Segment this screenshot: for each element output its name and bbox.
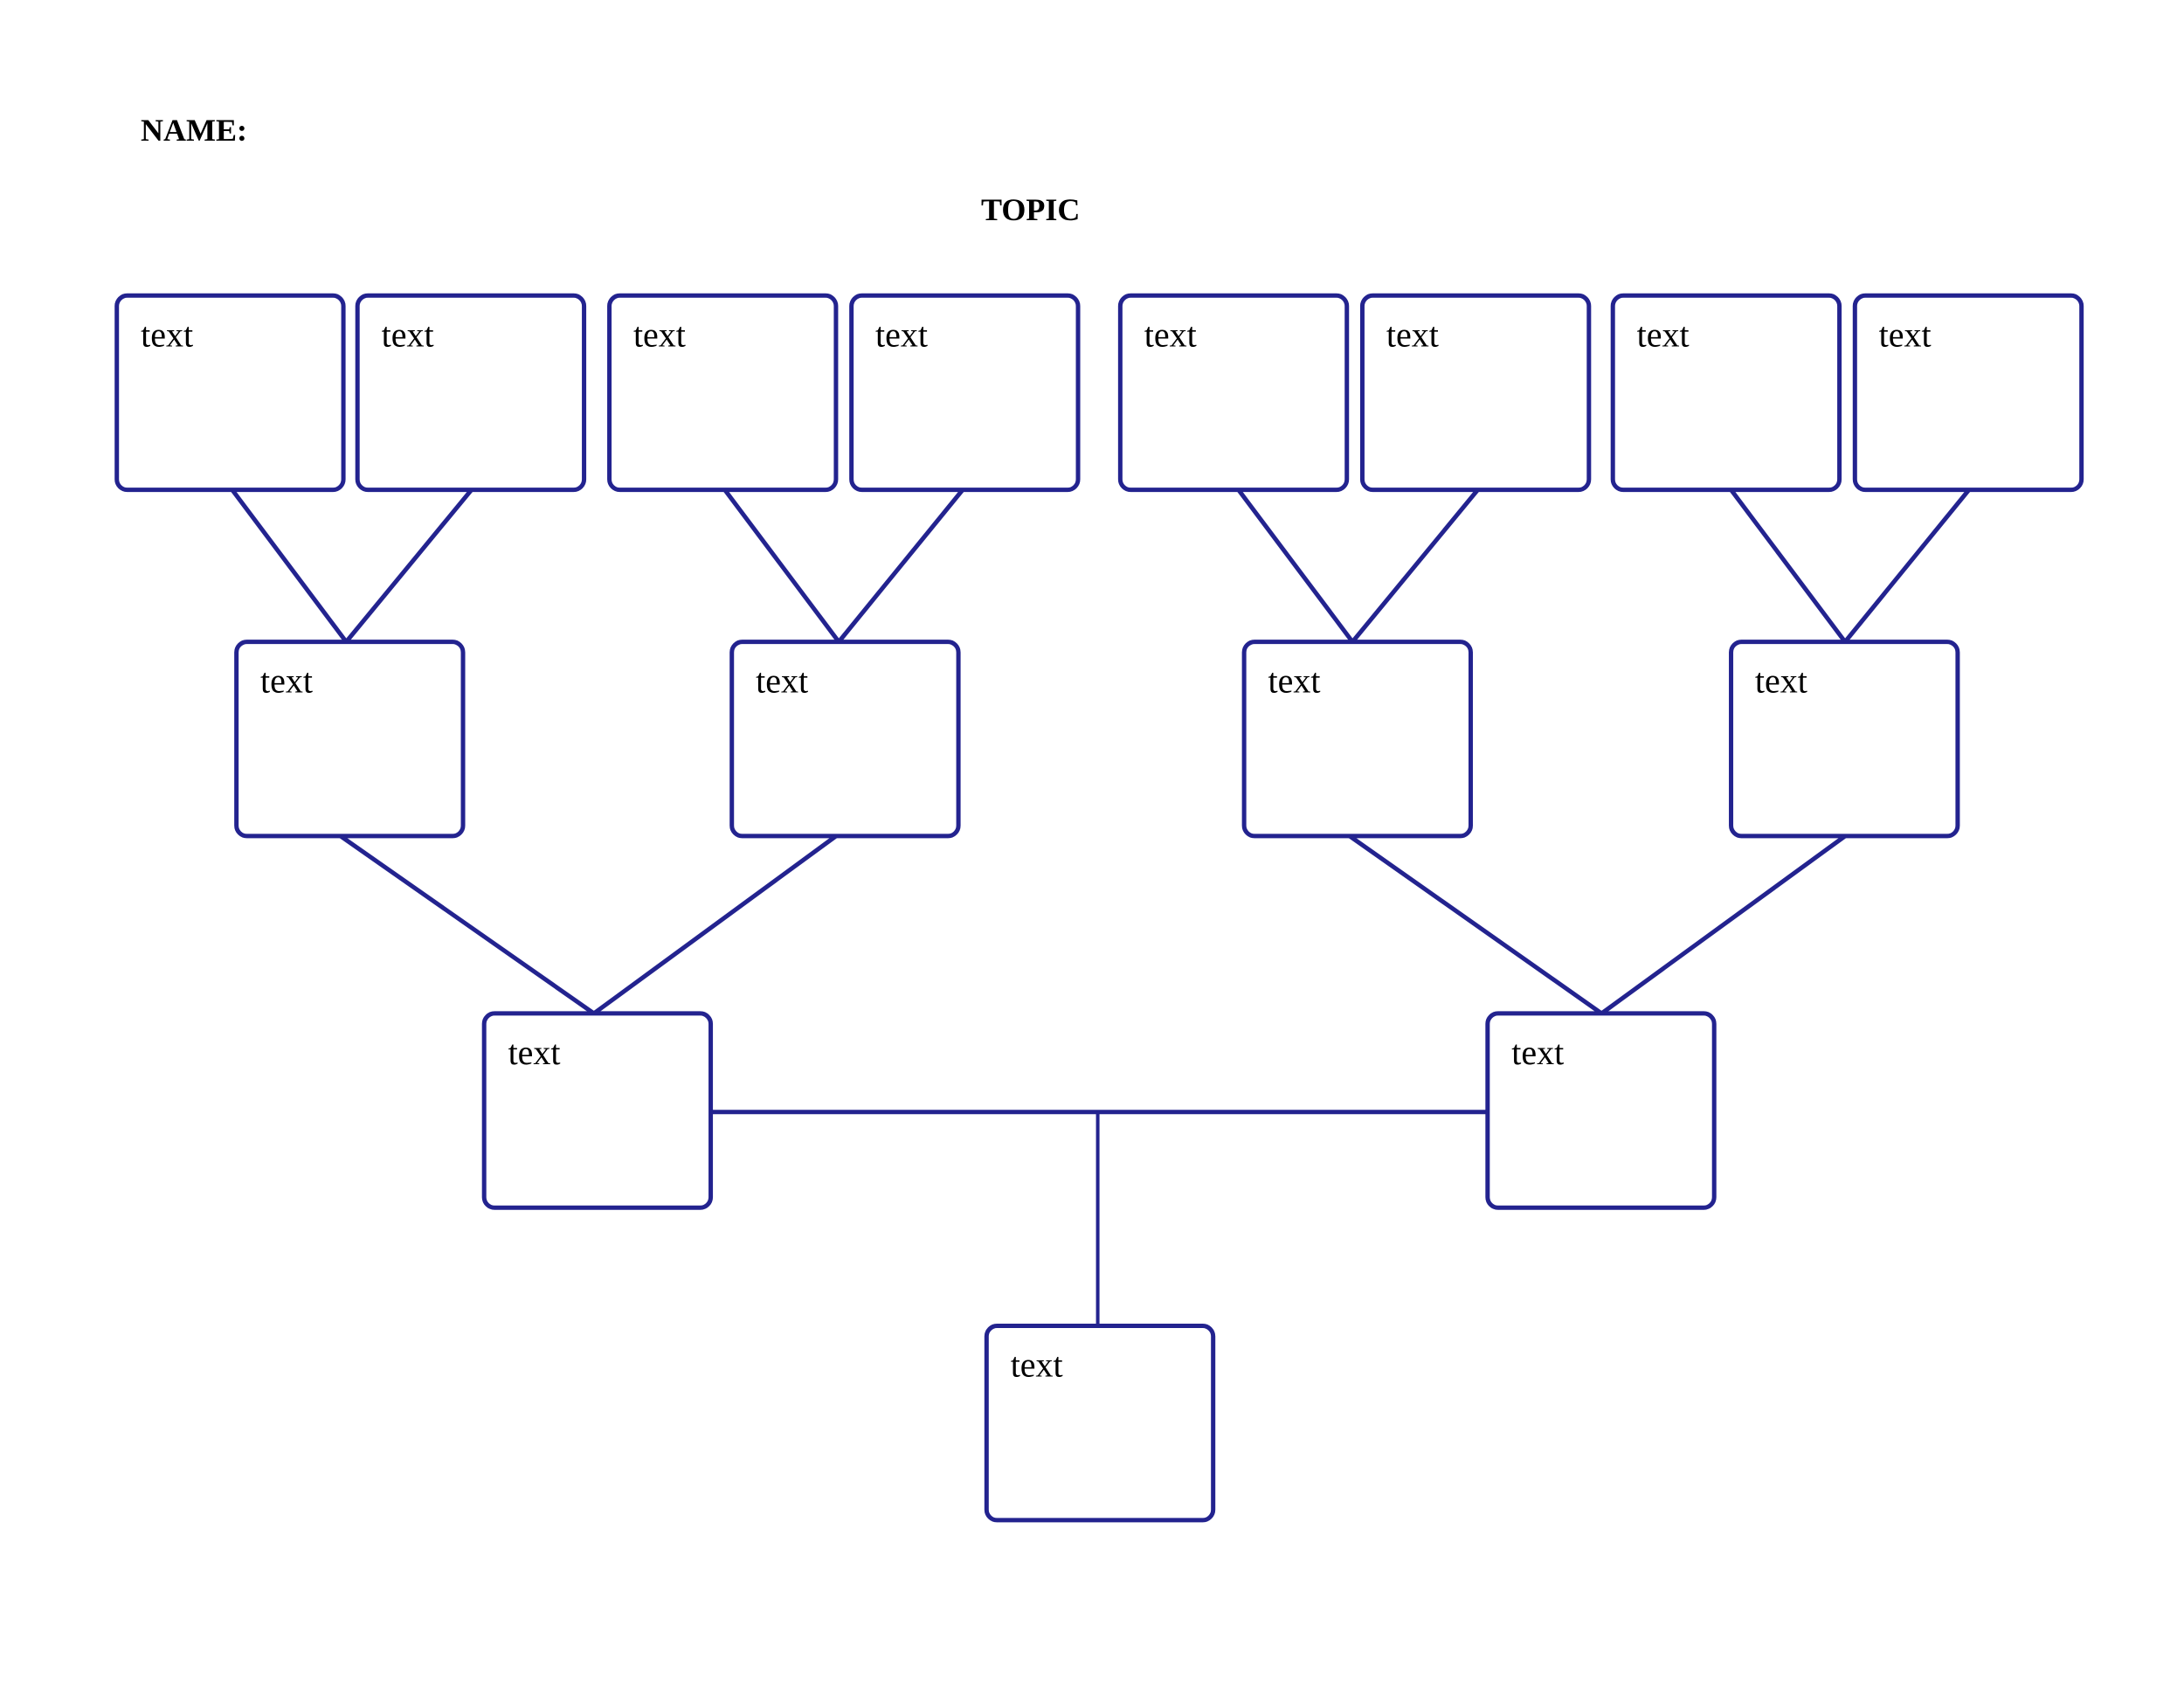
connector-line xyxy=(1351,488,1480,644)
tree-diagram: text text text text text text text text text text… xyxy=(114,293,2084,1523)
leaf-node-5[interactable]: text xyxy=(1117,293,1350,493)
connector-line xyxy=(722,488,841,644)
node-label[interactable]: text xyxy=(382,315,434,354)
connector-line xyxy=(230,488,349,644)
connector-line xyxy=(1600,834,1847,1015)
connector-line xyxy=(1843,488,1971,644)
leaf-node-7[interactable]: text xyxy=(1610,293,1842,493)
branch-node-2[interactable]: text xyxy=(729,640,961,839)
connector-line xyxy=(592,834,838,1015)
node-label[interactable]: text xyxy=(1637,315,1690,354)
leaf-node-6[interactable]: text xyxy=(1359,293,1592,493)
node-label[interactable]: text xyxy=(875,315,928,354)
branch-node-4[interactable]: text xyxy=(1729,640,1960,839)
connector-line xyxy=(1236,488,1355,644)
root-node[interactable]: text xyxy=(984,1324,1216,1523)
connector-line xyxy=(339,834,596,1015)
node-label[interactable]: text xyxy=(141,315,193,354)
connector-line xyxy=(837,488,964,644)
node-label[interactable]: text xyxy=(1268,661,1321,701)
leaf-node-1[interactable]: text xyxy=(114,293,346,493)
node-label[interactable]: text xyxy=(1511,1033,1564,1072)
connector-line xyxy=(344,488,473,644)
leaf-node-3[interactable]: text xyxy=(607,293,839,493)
node-label[interactable]: text xyxy=(1755,661,1807,701)
node-label[interactable]: text xyxy=(1879,315,1932,354)
node-label[interactable]: text xyxy=(260,661,313,701)
node-label[interactable]: text xyxy=(1144,315,1197,354)
node-label[interactable]: text xyxy=(508,1033,561,1072)
leaf-node-8[interactable]: text xyxy=(1852,293,2084,493)
parent-node-2[interactable]: text xyxy=(1485,1011,1717,1210)
connector-line xyxy=(1348,834,1603,1015)
leaf-node-4[interactable]: text xyxy=(849,293,1081,493)
node-label[interactable]: text xyxy=(1011,1346,1063,1385)
leaf-node-2[interactable]: text xyxy=(355,293,587,493)
node-label[interactable]: text xyxy=(756,661,808,701)
parent-node-1[interactable]: text xyxy=(481,1011,714,1210)
node-label[interactable]: text xyxy=(633,315,686,354)
branch-node-1[interactable]: text xyxy=(234,640,466,839)
node-label[interactable]: text xyxy=(1386,315,1439,354)
connector-line xyxy=(1729,488,1848,644)
branch-node-3[interactable]: text xyxy=(1241,640,1473,839)
